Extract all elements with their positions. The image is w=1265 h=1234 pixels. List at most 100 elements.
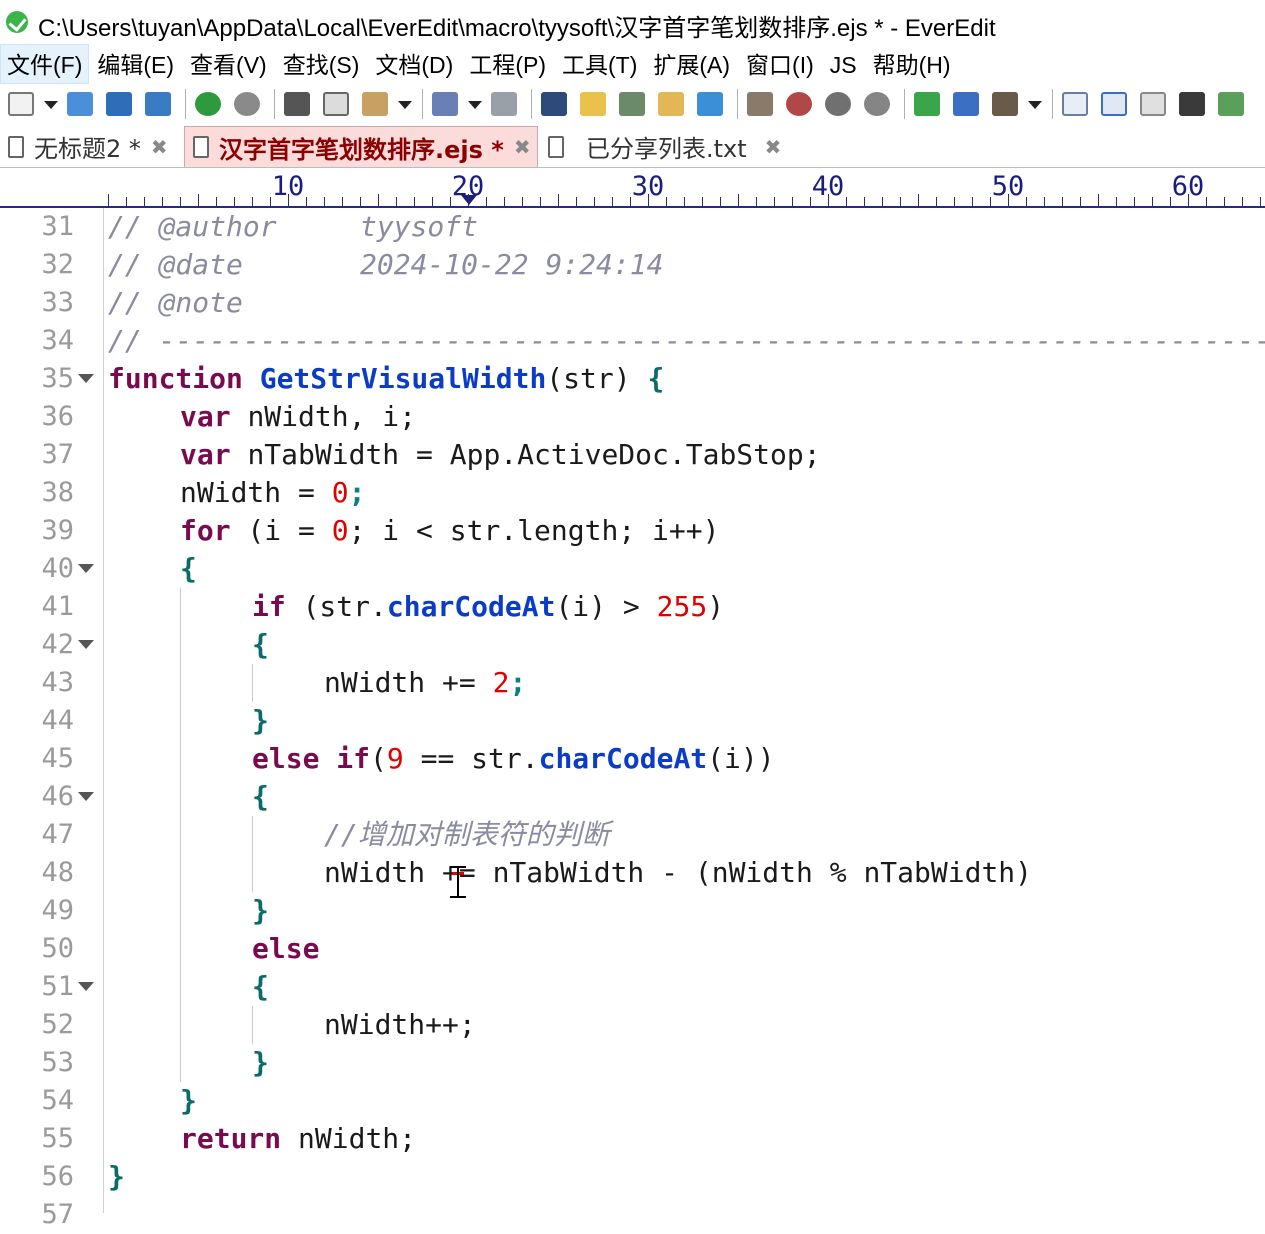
fold-toggle-icon[interactable] bbox=[78, 564, 94, 573]
find-icon[interactable] bbox=[537, 87, 571, 121]
code-line-48: nWidth += nTabWidth - (nWidth % nTabWidt… bbox=[324, 854, 1032, 892]
fold-toggle-icon[interactable] bbox=[78, 982, 94, 991]
ruler-tick bbox=[342, 197, 343, 206]
tab-ejs-file[interactable]: 汉字首字笔划数排序.ejs * ✖ bbox=[184, 126, 538, 167]
menu-view[interactable]: 查看(V) bbox=[182, 45, 275, 83]
ruler-tick bbox=[234, 197, 235, 206]
indent-dropdown-icon[interactable] bbox=[467, 87, 482, 121]
new-file-icon[interactable] bbox=[4, 87, 38, 121]
toolbar-separator bbox=[422, 89, 423, 119]
line-number: 32 bbox=[41, 249, 74, 280]
ruler-tick bbox=[756, 197, 757, 206]
code-line-33: // @note bbox=[108, 284, 243, 322]
output-panel-icon[interactable] bbox=[1214, 87, 1248, 121]
fold-toggle-icon[interactable] bbox=[78, 374, 94, 383]
ruler-tick bbox=[882, 197, 883, 206]
find-in-files-icon[interactable] bbox=[654, 87, 688, 121]
code-text: nWidth += nTabWidth - (nWidth % nTabWidt… bbox=[324, 856, 1033, 889]
replace-icon[interactable] bbox=[615, 87, 649, 121]
code-text: (i = bbox=[230, 514, 332, 547]
toolbar-separator bbox=[185, 89, 186, 119]
code-text: nWidth; bbox=[281, 1122, 417, 1155]
close-tab-icon[interactable]: ✖ bbox=[514, 135, 531, 159]
brace: } bbox=[252, 894, 269, 927]
tab-untitled-2[interactable]: 无标题2 * ✖ bbox=[0, 126, 182, 167]
save-all-icon[interactable] bbox=[141, 87, 175, 121]
fold-toggle-icon[interactable] bbox=[78, 792, 94, 801]
cut-icon[interactable] bbox=[280, 87, 314, 121]
ruler-caret-marker bbox=[461, 195, 477, 205]
menu-tools[interactable]: 工具(T) bbox=[554, 45, 645, 83]
code-line-53: } bbox=[252, 1044, 269, 1082]
copy-icon[interactable] bbox=[319, 87, 353, 121]
redo-icon[interactable] bbox=[230, 87, 264, 121]
menu-help[interactable]: 帮助(H) bbox=[865, 45, 959, 83]
menu-edit[interactable]: 编辑(E) bbox=[89, 45, 182, 83]
format-icon[interactable] bbox=[487, 87, 521, 121]
ruler-tick bbox=[648, 194, 649, 206]
bookmark-icon[interactable] bbox=[693, 87, 727, 121]
menu-extensions[interactable]: 扩展(A) bbox=[645, 45, 738, 83]
code-text: nWidth++; bbox=[324, 1008, 476, 1041]
fold-toggle-icon[interactable] bbox=[78, 640, 94, 649]
new-file-dropdown-icon[interactable] bbox=[43, 87, 58, 121]
ruler-tick bbox=[720, 197, 721, 206]
tools-dropdown-icon[interactable] bbox=[1027, 87, 1042, 121]
menu-file[interactable]: 文件(F) bbox=[0, 44, 90, 84]
title-bar: C:\Users\tuyan\AppData\Local\EverEdit\ma… bbox=[0, 0, 1265, 44]
undo-icon[interactable] bbox=[191, 87, 225, 121]
menu-document[interactable]: 文档(D) bbox=[367, 45, 461, 83]
code-text: nTabWidth = App.ActiveDoc.TabStop; bbox=[247, 438, 821, 471]
macro-stop-icon[interactable] bbox=[860, 87, 894, 121]
tools-hammer-icon[interactable] bbox=[988, 87, 1022, 121]
document-edit-icon[interactable] bbox=[1136, 87, 1170, 121]
menu-window[interactable]: 窗口(I) bbox=[738, 45, 822, 83]
code-text: nWidth, i; bbox=[247, 400, 417, 433]
line-number: 51 bbox=[41, 971, 74, 1002]
line-number: 36 bbox=[41, 401, 74, 432]
console-icon[interactable] bbox=[1175, 87, 1209, 121]
save-icon[interactable] bbox=[102, 87, 136, 121]
keyword: else bbox=[252, 932, 320, 965]
hex-view-icon[interactable] bbox=[743, 87, 777, 121]
indent-guide bbox=[180, 588, 181, 1082]
toolbar-separator bbox=[1052, 89, 1053, 119]
open-folder-icon[interactable] bbox=[63, 87, 97, 121]
menu-search[interactable]: 查找(S) bbox=[275, 45, 368, 83]
paste-dropdown-icon[interactable] bbox=[397, 87, 412, 121]
close-tab-icon[interactable]: ✖ bbox=[765, 135, 782, 159]
brace: { bbox=[180, 552, 197, 585]
macro-record-icon[interactable] bbox=[782, 87, 816, 121]
menu-project[interactable]: 工程(P) bbox=[461, 45, 554, 83]
line-number: 57 bbox=[41, 1199, 74, 1230]
ruler-tick bbox=[792, 197, 793, 206]
ruler-tick bbox=[432, 197, 433, 206]
ruler-tick bbox=[594, 197, 595, 206]
code-line-49: } bbox=[252, 892, 269, 930]
paste-icon[interactable] bbox=[358, 87, 392, 121]
window-icon[interactable] bbox=[949, 87, 983, 121]
plugin-icon[interactable] bbox=[910, 87, 944, 121]
code-line-50: else bbox=[252, 930, 319, 968]
code-text: (str. bbox=[285, 590, 387, 623]
brace: } bbox=[180, 1084, 197, 1117]
code-line-34: // -------------------------------------… bbox=[108, 322, 1265, 360]
list-view-icon[interactable] bbox=[1058, 87, 1092, 121]
tab-label: 已分享列表.txt bbox=[586, 135, 747, 163]
close-tab-icon[interactable]: ✖ bbox=[151, 135, 168, 159]
document-icon bbox=[548, 135, 564, 158]
indent-guide bbox=[252, 664, 253, 702]
ruler-tick bbox=[666, 197, 667, 206]
tab-shared-list[interactable]: 已分享列表.txt ✖ bbox=[540, 126, 790, 167]
line-number: 49 bbox=[41, 895, 74, 926]
indent-icon[interactable] bbox=[428, 87, 462, 121]
columns-icon[interactable] bbox=[1097, 87, 1131, 121]
ruler-tick bbox=[1170, 197, 1171, 206]
code-editor[interactable]: // @author tyysoft // @date 2024-10-22 9:2… bbox=[108, 208, 1265, 1213]
ruler-tick bbox=[558, 194, 559, 206]
find-edit-icon[interactable] bbox=[576, 87, 610, 121]
semicolon: ; bbox=[348, 476, 366, 509]
menu-js[interactable]: JS bbox=[822, 45, 865, 83]
function-name: GetStrVisualWidth bbox=[259, 362, 547, 395]
macro-play-icon[interactable] bbox=[821, 87, 855, 121]
